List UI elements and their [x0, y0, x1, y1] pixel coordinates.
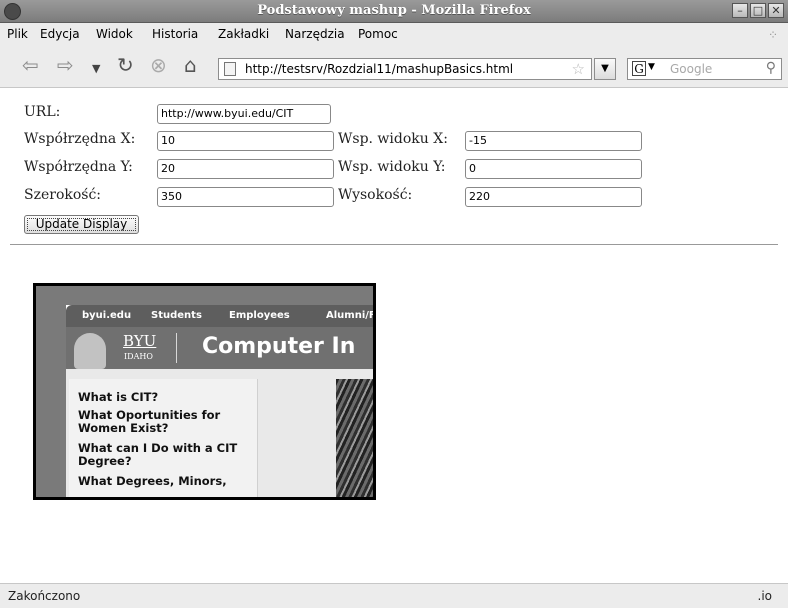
url-input[interactable]: http://www.byui.edu/CIT: [157, 104, 331, 124]
magnifier-icon[interactable]: ⚲: [766, 60, 776, 76]
menu-edycja[interactable]: Edycja: [40, 27, 80, 41]
header-separator: [176, 333, 177, 363]
site-nav-item[interactable]: Students: [151, 310, 202, 321]
menu-widok[interactable]: Widok: [96, 27, 133, 41]
throbber-icon: ⁘: [767, 28, 778, 42]
site-header: BYU IDAHO Computer In: [66, 327, 373, 369]
height-input[interactable]: 220: [465, 187, 642, 207]
viewport-y-input[interactable]: 0: [465, 159, 642, 179]
sidebar-link[interactable]: What Oportunities for Women Exist?: [78, 409, 256, 435]
nav-toolbar: ⇦ ⇨ ▼ ↻ ⊗ ⌂ http://testsrv/Rozdzial11/ma…: [0, 45, 788, 88]
page-content: URL: http://www.byui.edu/CIT Współrzędna…: [0, 88, 788, 583]
menu-historia[interactable]: Historia: [152, 27, 198, 41]
engine-dropdown-icon[interactable]: ▼: [648, 62, 655, 72]
y-input[interactable]: 20: [157, 159, 334, 179]
viewport-x-label: Wsp. widoku X:: [338, 131, 448, 147]
sidebar-link[interactable]: What is CIT?: [78, 391, 256, 404]
site-nav-item[interactable]: Alumni/F: [326, 310, 373, 321]
menu-zakladki[interactable]: Zakładki: [218, 27, 269, 41]
x-label: Współrzędna X:: [24, 131, 136, 147]
stop-icon[interactable]: ⊗: [150, 55, 167, 75]
menu-plik[interactable]: Plik: [7, 27, 28, 41]
url-dropdown-icon[interactable]: ▼: [594, 58, 616, 80]
mashup-viewport[interactable]: byui.edu Students Employees Alumni/F BYU…: [33, 283, 376, 500]
url-label: URL:: [24, 104, 61, 120]
bookmark-star-icon[interactable]: ☆: [572, 60, 585, 78]
site-photo: [336, 379, 373, 497]
forward-arrow-icon[interactable]: ⇨: [57, 55, 74, 75]
viewport-x-input[interactable]: -15: [465, 131, 642, 151]
maximize-button[interactable]: □: [750, 3, 766, 18]
close-button[interactable]: ✕: [768, 3, 784, 18]
menu-bar: Plik Edycja Widok Historia Zakładki Narz…: [0, 23, 788, 45]
site-title: Computer In: [202, 334, 356, 359]
minimize-button[interactable]: –: [732, 3, 748, 18]
site-nav-item[interactable]: byui.edu: [82, 310, 131, 321]
search-box[interactable]: G ▼ Google ⚲: [627, 58, 782, 80]
site-brand[interactable]: BYU: [123, 332, 156, 350]
viewport-y-label: Wsp. widoku Y:: [338, 159, 446, 175]
avatar: [74, 333, 106, 369]
y-label: Współrzędna Y:: [24, 159, 133, 175]
home-icon[interactable]: ⌂: [184, 55, 197, 75]
sidebar-link[interactable]: What can I Do with a CIT Degree?: [78, 442, 256, 468]
width-input[interactable]: 350: [157, 187, 334, 207]
window-titlebar: Podstawowy mashup - Mozilla Firefox – □ …: [0, 0, 788, 23]
embedded-site: byui.edu Students Employees Alumni/F BYU…: [66, 305, 373, 497]
site-nav: byui.edu Students Employees Alumni/F: [66, 305, 373, 327]
width-label: Szerokość:: [24, 187, 102, 203]
status-bar: Zakończono .io: [0, 583, 788, 608]
menu-pomoc[interactable]: Pomoc: [358, 27, 398, 41]
reload-icon[interactable]: ↻: [117, 55, 134, 75]
search-placeholder: Google: [670, 62, 713, 76]
page-icon: [224, 62, 236, 76]
menu-narzedzia[interactable]: Narzędzia: [285, 27, 345, 41]
history-dropdown-icon[interactable]: ▼: [92, 59, 100, 79]
x-input[interactable]: 10: [157, 131, 334, 151]
status-text: Zakończono: [8, 589, 81, 603]
back-arrow-icon[interactable]: ⇦: [22, 55, 39, 75]
window-title: Podstawowy mashup - Mozilla Firefox: [257, 3, 531, 18]
google-engine-icon[interactable]: G: [632, 61, 646, 76]
site-sidebar: What is CIT? What Oportunities for Women…: [69, 379, 258, 497]
update-display-button[interactable]: Update Display: [24, 215, 139, 234]
status-right: .io: [757, 589, 773, 603]
sidebar-link[interactable]: What Degrees, Minors,: [78, 475, 256, 488]
site-nav-item[interactable]: Employees: [229, 310, 290, 321]
divider: [10, 244, 778, 245]
site-body: What is CIT? What Oportunities for Women…: [66, 369, 373, 497]
height-label: Wysokość:: [338, 187, 413, 203]
url-bar[interactable]: http://testsrv/Rozdzial11/mashupBasics.h…: [218, 58, 592, 80]
url-text[interactable]: http://testsrv/Rozdzial11/mashupBasics.h…: [245, 62, 513, 76]
site-brand-sub: IDAHO: [124, 352, 153, 361]
